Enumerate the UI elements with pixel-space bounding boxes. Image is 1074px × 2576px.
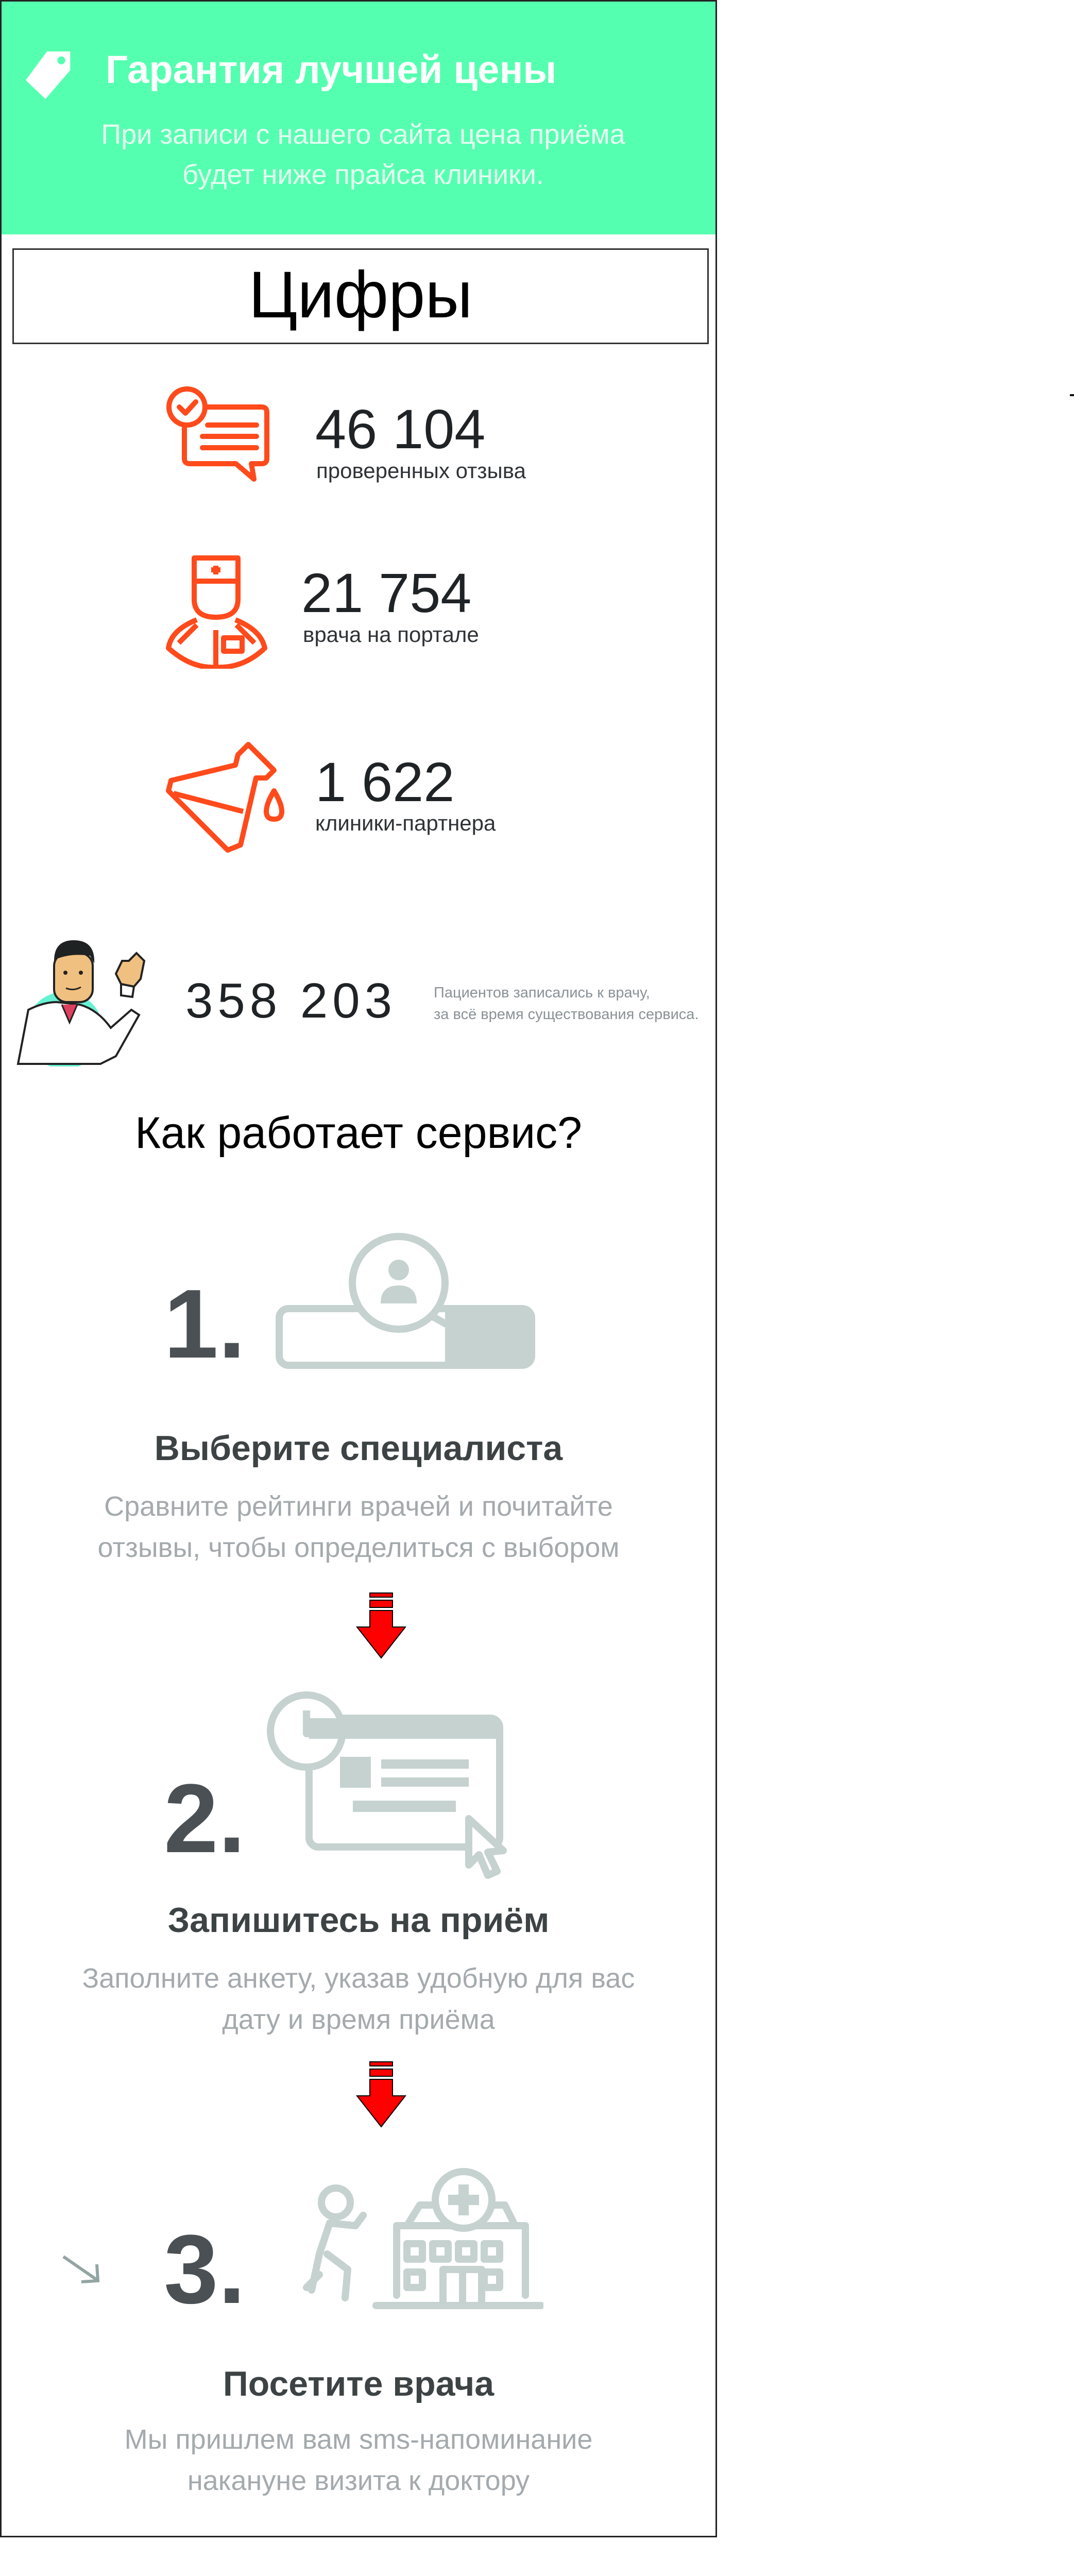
banner-subtitle-line: При записи с нашего сайта цена приёма	[101, 119, 625, 150]
doctor-icon	[166, 555, 267, 669]
banner-subtitle: При записи с нашего сайта цена приёма бу…	[31, 114, 695, 195]
step-description-line: накануне визита к доктору	[187, 2465, 530, 2496]
verified-review-icon	[166, 386, 269, 482]
flask-icon	[166, 742, 284, 853]
patients-count: 358 203	[185, 973, 397, 1028]
price-tag-icon	[25, 51, 71, 99]
step-title: Посетите врача	[223, 2364, 495, 2403]
stat-value: 46 104	[315, 398, 486, 460]
patients-note: Пациентов записались к врачу, за всё вре…	[434, 982, 699, 1025]
stat-label: проверенных отзыва	[316, 459, 526, 483]
step-description-line: Мы пришлем вам sms-напоминание	[124, 2424, 593, 2455]
edge-mark	[1070, 394, 1074, 396]
step-description-line: дату и время приёма	[222, 2004, 495, 2035]
arrow-down-icon	[355, 2061, 407, 2128]
step-description-line: отзывы, чтобы определиться с выбором	[97, 1532, 620, 1563]
step-description-line: Заполните анкету, указав удобную для вас	[82, 1963, 635, 1994]
appointment-form-icon	[267, 1691, 507, 1879]
step-number: 2.	[164, 1764, 246, 1873]
step-description: Мы пришлем вам sms-напоминание накануне …	[31, 2419, 686, 2501]
step-number: 1.	[164, 1269, 246, 1379]
stat-value: 1 622	[315, 751, 455, 813]
step-title: Выберите специалиста	[154, 1429, 563, 1468]
stat-value: 21 754	[301, 562, 472, 624]
step-description: Заполните анкету, указав удобную для вас…	[31, 1958, 686, 2040]
stat-label: врача на портале	[303, 622, 479, 647]
how-it-works-heading: Как работает сервис?	[134, 1108, 583, 1158]
patients-note-line: за всё время существования сервиса.	[434, 1006, 699, 1023]
doctor-waving-illustration	[16, 940, 146, 1066]
step-title: Запишитесь на приём	[167, 1901, 550, 1940]
step-number: 3.	[164, 2215, 246, 2324]
arrow-down-icon	[355, 1592, 407, 1659]
banner-subtitle-line: будет ниже прайса клиники.	[182, 159, 544, 190]
figures-heading: Цифры	[12, 248, 709, 344]
step-description: Сравните рейтинги врачей и почитайте отз…	[31, 1486, 686, 1568]
visit-clinic-icon	[303, 2168, 543, 2309]
arrow-down-right-icon	[62, 2255, 100, 2283]
step-description-line: Сравните рейтинги врачей и почитайте	[104, 1491, 613, 1522]
patients-note-line: Пациентов записались к врачу,	[434, 985, 650, 1001]
search-specialist-icon	[276, 1233, 535, 1369]
banner-title: Гарантия лучшей цены	[106, 48, 557, 92]
stat-label: клиники-партнера	[315, 811, 496, 835]
